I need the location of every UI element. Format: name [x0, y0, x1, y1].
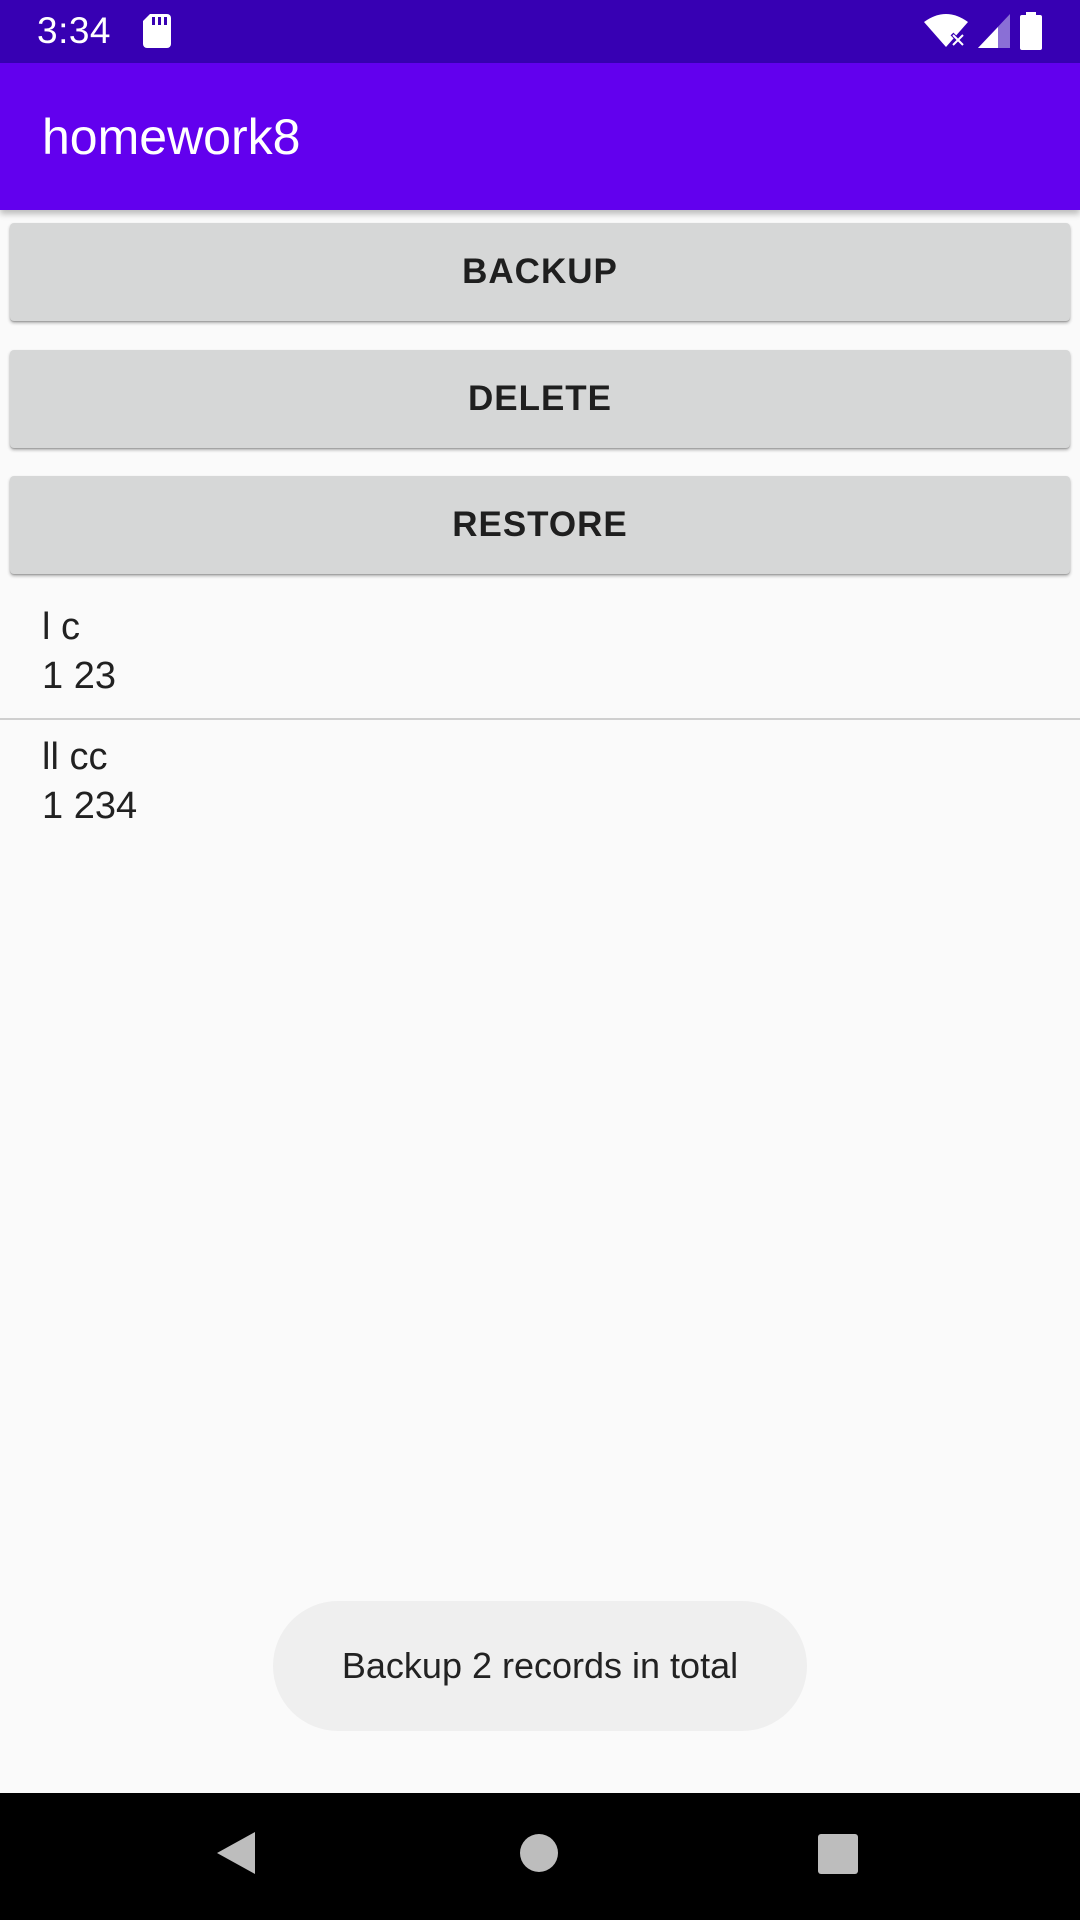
screen: 3:34 homework8 BACKUP DELETE RESTORE l c… — [0, 0, 1080, 1920]
list-item[interactable]: ll cc 1 234 — [0, 720, 1080, 848]
wifi-icon — [924, 14, 968, 53]
record-line2: 1 234 — [42, 785, 138, 827]
record-line1: ll cc — [42, 736, 108, 778]
status-icons — [924, 12, 1042, 55]
toast-message: Backup 2 records in total — [273, 1601, 807, 1731]
back-icon[interactable] — [215, 1830, 257, 1881]
delete-button[interactable]: DELETE — [10, 350, 1070, 448]
recents-icon[interactable] — [818, 1834, 858, 1874]
list-item[interactable]: l c 1 23 — [0, 590, 1080, 718]
status-time: 3:34 — [37, 10, 112, 51]
app-title: homework8 — [42, 109, 301, 165]
home-icon[interactable] — [520, 1834, 558, 1872]
record-list: l c 1 23 ll cc 1 234 — [0, 590, 1080, 848]
status-bar: 3:34 — [0, 0, 1080, 63]
record-line2: 1 23 — [42, 655, 116, 697]
record-line1: l c — [42, 606, 80, 648]
battery-icon — [1020, 12, 1042, 55]
sd-card-icon — [143, 14, 171, 53]
backup-button[interactable]: BACKUP — [10, 223, 1070, 321]
restore-button[interactable]: RESTORE — [10, 476, 1070, 574]
app-bar: homework8 — [0, 63, 1080, 210]
signal-icon — [978, 14, 1010, 53]
navigation-bar — [0, 1793, 1080, 1920]
